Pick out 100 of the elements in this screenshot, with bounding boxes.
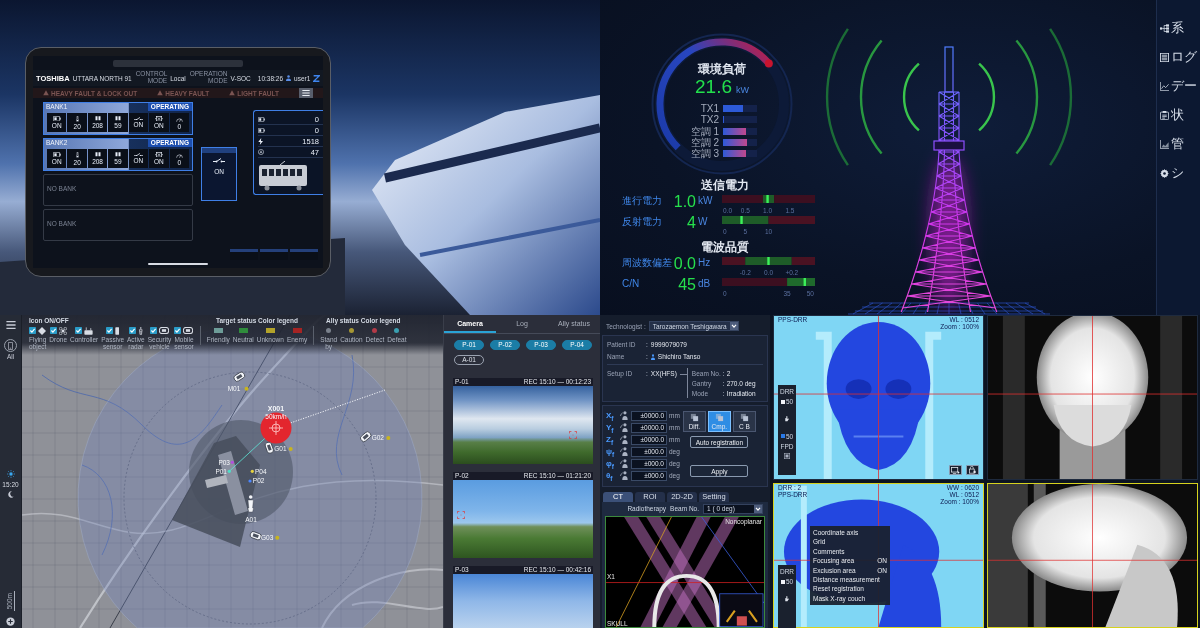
sensor-icon [114, 326, 120, 335]
load-label: 空調 2 [689, 137, 719, 149]
bars-icon [114, 116, 121, 121]
layers-icon [714, 413, 724, 422]
section-title: 電波品質 [701, 240, 749, 255]
signal-wave [902, 62, 920, 132]
checkbox[interactable] [780, 399, 785, 404]
figure-icon [620, 471, 629, 481]
axis-label: θ$_{f}$ [606, 471, 614, 481]
layers-icon [739, 413, 749, 422]
phone-icon [8, 341, 13, 350]
meter-label: 反射電力 [622, 216, 662, 228]
load-label: TX1 [699, 103, 719, 115]
checkbox[interactable] [49, 327, 57, 334]
normal-range-zone [722, 216, 769, 224]
checkbox[interactable] [128, 327, 136, 334]
document-icon [1160, 53, 1169, 62]
controller-icon [84, 326, 94, 335]
lock-icon [969, 466, 976, 474]
person-icon [286, 75, 292, 81]
person-icon [247, 495, 254, 513]
monitor-icon [951, 466, 960, 474]
unit-label: Hz [697, 257, 711, 269]
diamond-icon [38, 326, 47, 335]
menu-icon [5, 321, 16, 329]
warning-icon [42, 90, 49, 96]
axis-label: Z$_{f}$ [606, 435, 615, 445]
unit-label: dB [697, 278, 711, 290]
image-tool-button[interactable] [949, 465, 962, 475]
unit-label: W [697, 216, 708, 228]
checkbox[interactable] [29, 327, 37, 334]
nav-item[interactable]: デー [1157, 72, 1200, 101]
vehicle-icon [158, 327, 169, 334]
axis-label: φ$_{f}$ [606, 459, 615, 469]
meter-label: 進行電力 [622, 195, 662, 207]
nav-item[interactable]: ログ [1157, 43, 1200, 72]
vehicle-icon [249, 530, 263, 541]
menu-button[interactable] [298, 88, 313, 98]
caret-icon [754, 504, 762, 513]
checkbox[interactable] [149, 327, 157, 334]
figure-icon [620, 411, 629, 421]
battery-icon [52, 115, 61, 122]
area-chart-icon [1160, 140, 1169, 149]
vehicle-icon [232, 370, 247, 383]
panel-icon [784, 452, 790, 459]
hierarchy-icon [1160, 24, 1169, 33]
load-label: TX2 [699, 114, 719, 126]
load-label: 空調 3 [689, 148, 719, 160]
normal-range-zone [745, 257, 792, 265]
meter-label: 周波数偏差 [622, 257, 672, 269]
switch-icon [133, 152, 143, 157]
checkbox[interactable] [780, 434, 785, 438]
load-value: 21.6 [695, 77, 732, 97]
figure-icon [620, 447, 629, 457]
switch-icon [213, 158, 225, 163]
vehicle-icon [264, 441, 275, 455]
battery-icon [258, 127, 265, 133]
bars-icon [94, 152, 101, 157]
checkbox[interactable] [174, 327, 182, 334]
layers-icon [689, 413, 699, 422]
nav-item[interactable]: 管 [1157, 130, 1200, 159]
figure-icon [620, 423, 629, 433]
train-drawing [258, 161, 308, 191]
figure-icon [620, 459, 629, 469]
battery-icon [52, 151, 61, 158]
unit-label: kW [697, 195, 713, 207]
sun-icon [6, 470, 15, 479]
axis-label: Y$_{f}$ [606, 423, 615, 433]
target-marker [260, 412, 292, 444]
nav-item[interactable]: 系 [1157, 14, 1200, 43]
scale-bar [14, 591, 15, 611]
menu-button[interactable] [5, 321, 16, 329]
clipboard-icon [1160, 111, 1169, 120]
moon-icon [7, 491, 14, 499]
checkbox[interactable] [105, 327, 113, 334]
drone-icon [58, 326, 67, 335]
warning-icon [229, 90, 236, 96]
thermometer-icon [75, 115, 79, 122]
unit-label: kW [736, 84, 749, 97]
nav-item[interactable]: シ [1157, 159, 1200, 188]
image-tool-button[interactable] [966, 465, 979, 475]
axis-label: ψ$_{f}$ [606, 447, 616, 457]
nav-item[interactable]: 状 [1157, 101, 1200, 130]
radar-tower-icon [137, 326, 144, 335]
bars-icon [94, 116, 101, 121]
hand-icon [785, 596, 789, 602]
section-title: 送信電力 [701, 178, 749, 193]
meter-value: 45 [678, 278, 696, 292]
vehicle-icon [183, 327, 194, 334]
checkbox[interactable] [75, 327, 83, 334]
dial-icon [175, 115, 183, 122]
meter-label: C/N [622, 278, 640, 290]
zoom-button[interactable] [6, 617, 15, 626]
logo-icon [313, 74, 321, 82]
person-icon [650, 353, 655, 360]
settings-icon [1160, 169, 1169, 178]
ammeter-icon [258, 149, 264, 155]
checkbox[interactable] [780, 579, 785, 584]
figure-icon [620, 435, 629, 445]
line-chart-icon [1160, 82, 1169, 91]
